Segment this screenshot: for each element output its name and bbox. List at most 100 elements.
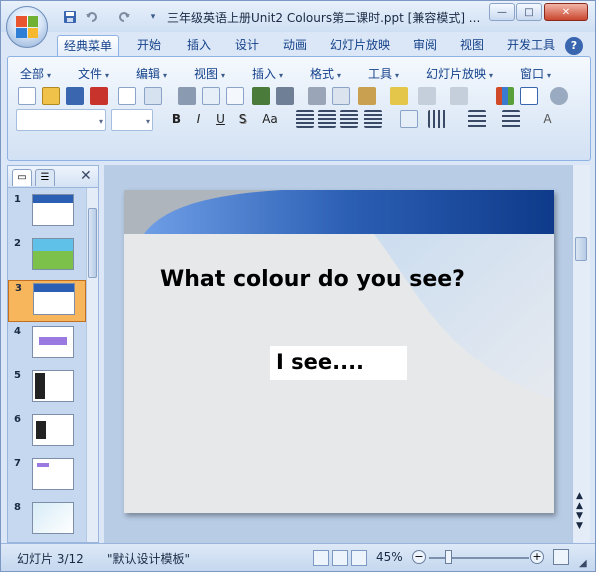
tab-outline[interactable]: ☰: [35, 169, 55, 186]
slide-thumb-row[interactable]: 4: [8, 324, 86, 366]
slideshow-view-button[interactable]: [351, 550, 367, 566]
slide-thumbnail: [32, 370, 74, 402]
zoom-slider-handle[interactable]: [445, 550, 452, 564]
slide-text-box[interactable]: I see....: [270, 346, 407, 380]
tab-design[interactable]: 设计: [229, 35, 265, 56]
numbering-icon[interactable]: [468, 110, 486, 128]
tab-insert[interactable]: 插入: [181, 35, 217, 56]
scroll-thumb[interactable]: [88, 208, 97, 278]
zoom-level[interactable]: 45%: [376, 550, 403, 564]
slide-thumb-row[interactable]: 6: [8, 412, 86, 454]
tab-animation[interactable]: 动画: [277, 35, 313, 56]
close-pane-icon[interactable]: ✕: [80, 168, 92, 184]
undo-icon[interactable]: [83, 9, 101, 25]
tab-home[interactable]: 开始: [131, 35, 167, 56]
menu-insert[interactable]: 插入 ▾: [252, 65, 283, 82]
columns-icon[interactable]: [428, 110, 446, 128]
next-slide-button[interactable]: ▼ ▼: [576, 511, 583, 531]
attach-icon[interactable]: [144, 87, 162, 105]
permission-icon[interactable]: [118, 87, 136, 105]
format-painter-icon[interactable]: [390, 87, 408, 105]
slide-thumb-row-selected[interactable]: 3: [8, 280, 86, 322]
tab-slideshow[interactable]: 幻灯片放映: [324, 35, 396, 56]
tab-slides[interactable]: ▭: [12, 169, 32, 186]
minimize-button[interactable]: —: [489, 3, 515, 21]
fit-to-window-icon[interactable]: [553, 549, 569, 565]
zoom-slider-track[interactable]: [429, 557, 529, 559]
cut-icon[interactable]: [308, 87, 326, 105]
customize-qat-icon[interactable]: ▾: [144, 9, 162, 25]
menu-file[interactable]: 文件 ▾: [78, 65, 109, 82]
slide-scroll-thumb[interactable]: [575, 237, 587, 261]
save-file-icon[interactable]: [66, 87, 84, 105]
zoom-in-icon[interactable]: +: [530, 550, 544, 564]
research-icon[interactable]: [276, 87, 294, 105]
open-folder-icon[interactable]: [42, 87, 60, 105]
slide-title[interactable]: What colour do you see?: [160, 267, 465, 292]
menu-slideshow[interactable]: 幻灯片放映 ▾: [426, 65, 493, 82]
undo-toolbar-icon[interactable]: [418, 87, 436, 105]
zoom-out-icon[interactable]: −: [412, 550, 426, 564]
menu-window[interactable]: 窗口 ▾: [520, 65, 551, 82]
normal-view-button[interactable]: [313, 550, 329, 566]
menu-format-label: 格式: [310, 67, 335, 81]
bullets-icon[interactable]: [502, 110, 520, 128]
font-size-combo[interactable]: ▾: [111, 109, 153, 131]
slide-sorter-button[interactable]: [332, 550, 348, 566]
slide-thumb-row[interactable]: 2: [8, 236, 86, 278]
thumbnail-scrollbar[interactable]: [86, 188, 98, 542]
tab-developer[interactable]: 开发工具: [501, 35, 561, 56]
slide-thumbnail: [32, 326, 74, 358]
align-center-icon[interactable]: [318, 110, 336, 128]
italic-button[interactable]: I: [189, 110, 208, 128]
prev-slide-button[interactable]: ▲ ▲: [576, 491, 583, 511]
bold-button[interactable]: B: [167, 110, 186, 128]
align-right-icon[interactable]: [340, 110, 358, 128]
pdf-icon[interactable]: [90, 87, 108, 105]
spelling-icon[interactable]: [252, 87, 270, 105]
print-icon[interactable]: [178, 87, 196, 105]
copy-icon[interactable]: [332, 87, 350, 105]
zoom-icon[interactable]: [550, 87, 568, 105]
change-case-button[interactable]: Aa: [257, 110, 283, 128]
menu-view[interactable]: 视图 ▾: [194, 65, 225, 82]
print-preview-icon[interactable]: [202, 87, 220, 105]
help-icon[interactable]: ?: [565, 37, 583, 55]
slide-thumb-row[interactable]: 5: [8, 368, 86, 410]
maximize-button[interactable]: □: [516, 3, 542, 21]
slide-thumb-row[interactable]: 1: [8, 192, 86, 234]
menu-slideshow-label: 幻灯片放映: [426, 67, 487, 81]
tab-review[interactable]: 审阅: [407, 35, 443, 56]
redo-toolbar-icon[interactable]: [450, 87, 468, 105]
slide-scrollbar[interactable]: ▲ ▲ ▼ ▼: [572, 165, 590, 543]
font-name-combo[interactable]: ▾: [16, 109, 106, 131]
tab-classic-menu[interactable]: 经典菜单: [57, 35, 120, 56]
underline-button[interactable]: U: [211, 110, 230, 128]
menu-all[interactable]: 全部 ▾: [20, 65, 51, 82]
redo-icon[interactable]: [115, 9, 133, 25]
chart-icon[interactable]: [496, 87, 514, 105]
menu-edit[interactable]: 编辑 ▾: [136, 65, 167, 82]
align-left-icon[interactable]: [296, 110, 314, 128]
page-setup-icon[interactable]: [226, 87, 244, 105]
tab-view[interactable]: 视图: [454, 35, 490, 56]
resize-grip-icon[interactable]: ◢: [579, 558, 587, 569]
slide-number: 1: [14, 194, 21, 205]
shadow-button[interactable]: S: [233, 110, 252, 128]
font-color-button[interactable]: A: [538, 110, 557, 128]
menu-format[interactable]: 格式 ▾: [310, 65, 341, 82]
slide-thumb-row[interactable]: 8: [8, 500, 86, 542]
close-button[interactable]: ✕: [544, 3, 588, 21]
current-slide[interactable]: What colour do you see? I see....: [124, 190, 554, 513]
new-document-icon[interactable]: [18, 87, 36, 105]
menu-tools[interactable]: 工具 ▾: [368, 65, 399, 82]
justify-icon[interactable]: [364, 110, 382, 128]
save-icon[interactable]: [61, 9, 79, 25]
slides-pane-tabs: ▭ ☰ ✕: [8, 166, 98, 188]
office-button[interactable]: [6, 6, 48, 48]
table-icon[interactable]: [520, 87, 538, 105]
slide-thumb-row[interactable]: 7: [8, 456, 86, 498]
menu-edit-label: 编辑: [136, 67, 161, 81]
paste-icon[interactable]: [358, 87, 376, 105]
line-spacing-icon[interactable]: [400, 110, 418, 128]
